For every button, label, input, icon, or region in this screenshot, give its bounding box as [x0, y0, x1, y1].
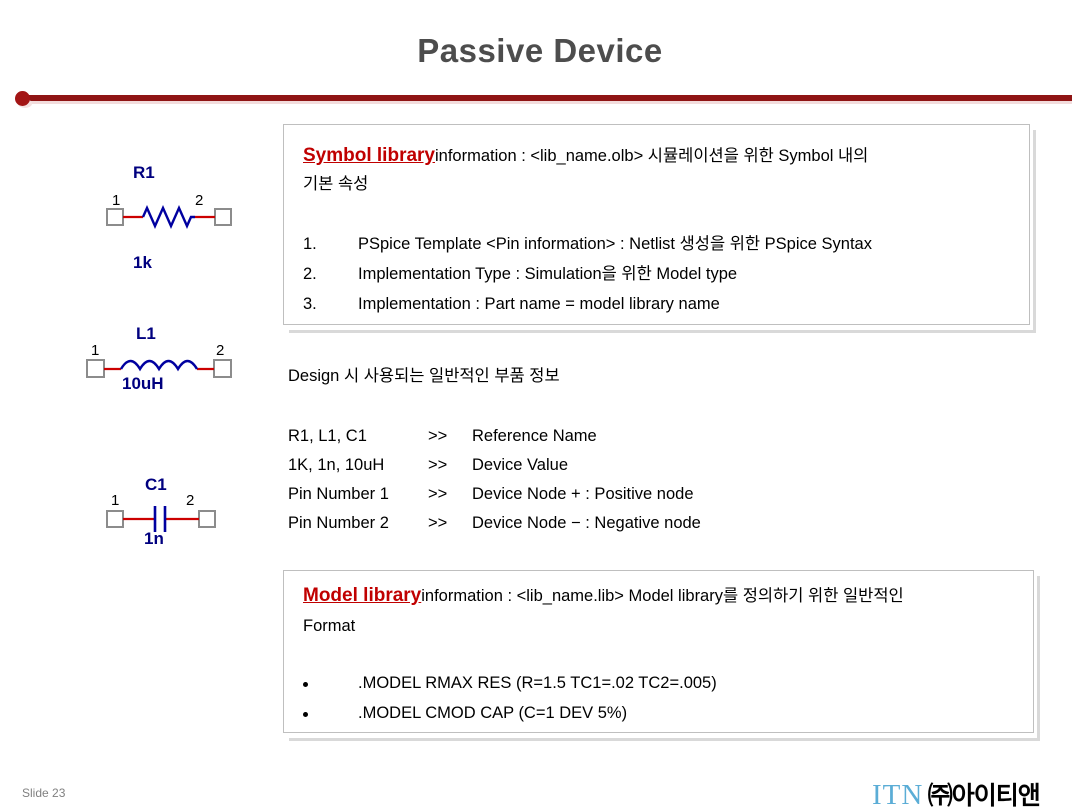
model-item-1-text: .MODEL RMAX RES (R=1.5 TC1=.02 TC2=.005) — [358, 674, 717, 692]
mapping-row-3-right: Device Node + : Positive node — [472, 485, 694, 503]
header-bullet-dot-icon — [15, 91, 30, 106]
model-library-intro-text: information : <lib_name.lib> Model libra… — [421, 587, 904, 605]
mapping-row-3-arrow: >> — [428, 485, 448, 503]
model-library-heading: Model library — [303, 585, 422, 606]
symbol-item-3-number: 3. — [303, 295, 317, 313]
capacitor-value-label: 1n — [144, 529, 164, 548]
symbol-item-1-text: PSpice Template <Pin information> : Netl… — [358, 235, 872, 253]
resistor-reference-label: R1 — [133, 163, 155, 182]
symbol-item-3-text: Implementation : Part name = model libra… — [358, 295, 720, 313]
inductor-value-label: 10uH — [122, 374, 164, 393]
header-divider — [22, 95, 1072, 101]
symbol-box-shadow-bottom — [289, 330, 1036, 333]
symbol-library-intro-line1: Symbol libraryinformation : <lib_name.ol… — [303, 145, 868, 168]
mapping-row-2-left: 1K, 1n, 10uH — [288, 456, 385, 474]
symbol-item-2-text: Implementation Type : Simulation을 위한 Mod… — [358, 265, 738, 283]
model-box-shadow-right — [1037, 576, 1040, 741]
symbol-library-heading: Symbol library — [303, 145, 435, 166]
logo-korean-text: ㈜아이티앤 — [927, 782, 1041, 810]
resistor-symbol — [106, 205, 232, 229]
mapping-row-2-arrow: >> — [428, 456, 448, 474]
mapping-row-3-left: Pin Number 1 — [288, 485, 389, 503]
symbol-library-intro-line2: 기본 속성 — [303, 175, 369, 193]
slide-canvas: Passive Device R1 1 2 1k L1 1 2 10uH C1 … — [0, 0, 1080, 810]
symbol-box-shadow-right — [1033, 130, 1036, 333]
resistor-value-label: 1k — [133, 253, 152, 272]
inductor-reference-label: L1 — [136, 324, 156, 343]
symbol-item-1-number: 1. — [303, 235, 317, 253]
mapping-row-4-arrow: >> — [428, 514, 448, 532]
symbol-item-2-number: 2. — [303, 265, 317, 283]
capacitor-reference-label: C1 — [145, 475, 167, 494]
model-box-shadow-bottom — [289, 738, 1040, 741]
company-logo: ITN ㈜아이티앤 — [872, 776, 1041, 810]
model-library-intro-line1: Model libraryinformation : <lib_name.lib… — [303, 585, 904, 608]
mapping-row-4-left: Pin Number 2 — [288, 514, 389, 532]
model-item-2-text: .MODEL CMOD CAP (C=1 DEV 5%) — [358, 704, 628, 722]
model-item-2-bullet-icon — [303, 712, 308, 717]
middle-block-heading: Design 시 사용되는 일반적인 부품 정보 — [288, 367, 560, 385]
mapping-row-1-left: R1, L1, C1 — [288, 427, 367, 445]
logo-latin-text: ITN — [872, 779, 924, 810]
model-item-1-bullet-icon — [303, 682, 308, 687]
mapping-row-1-right: Reference Name — [472, 427, 597, 445]
header-rule-shadow — [24, 101, 1072, 104]
slide-number-label: Slide 23 — [22, 786, 66, 800]
page-title: Passive Device — [417, 32, 663, 69]
symbol-library-intro-text: information : <lib_name.olb> 시뮬레이션을 위한 S… — [435, 147, 869, 165]
mapping-row-1-arrow: >> — [428, 427, 448, 445]
model-library-intro-line2: Format — [303, 617, 356, 635]
mapping-row-4-right: Device Node − : Negative node — [472, 514, 701, 532]
mapping-row-2-right: Device Value — [472, 456, 568, 474]
